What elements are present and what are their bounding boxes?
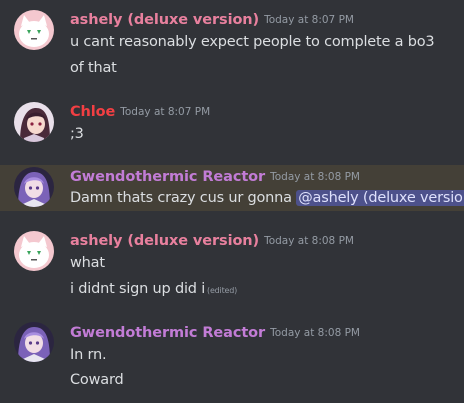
timestamp: Today at 8:07 PM — [264, 14, 354, 26]
user-mention[interactable]: @ashely (deluxe version) — [296, 190, 464, 206]
message-text: Damn thats crazy cus ur gonna @ashely (d… — [70, 189, 464, 207]
username[interactable]: ashely (deluxe version) — [70, 12, 259, 28]
message-group[interactable]: Chloe Today at 8:07 PM ;3 — [0, 92, 464, 156]
username[interactable]: ashely (deluxe version) — [70, 233, 259, 249]
username[interactable]: Gwendothermic Reactor — [70, 325, 265, 341]
username[interactable]: Chloe — [70, 104, 115, 120]
message-group[interactable]: Gwendothermic Reactor Today at 8:08 PM In… — [0, 313, 464, 403]
message-group[interactable]: ashely (deluxe version) Today at 8:07 PM … — [0, 0, 464, 92]
avatar[interactable] — [14, 322, 54, 362]
white-cat-avatar-icon — [14, 10, 54, 50]
edited-label: (edited) — [207, 286, 238, 295]
message-text: In rn. — [70, 347, 107, 363]
purple-hair-avatar-icon — [14, 167, 54, 207]
message-text: of that — [70, 60, 117, 76]
timestamp: Today at 8:07 PM — [120, 106, 211, 118]
message-text: what — [70, 255, 105, 271]
username[interactable]: Gwendothermic Reactor — [70, 169, 265, 185]
timestamp: Today at 8:08 PM — [270, 327, 360, 339]
timestamp: Today at 8:08 PM — [270, 171, 360, 183]
message-text: ;3 — [70, 126, 84, 142]
avatar[interactable] — [14, 10, 54, 50]
message-text-prefix: Damn thats crazy cus ur gonna — [70, 190, 297, 206]
avatar[interactable] — [14, 167, 54, 207]
purple-hair-avatar-icon — [14, 322, 54, 362]
avatar[interactable] — [14, 102, 54, 142]
white-cat-avatar-icon — [14, 231, 54, 271]
message-group-mention-highlight[interactable]: Gwendothermic Reactor Today at 8:08 PM Da… — [0, 165, 464, 211]
message-text: u cant reasonably expect people to compl… — [70, 34, 435, 50]
message-text: i didnt sign up did i (edited) — [70, 280, 237, 300]
avatar[interactable] — [14, 231, 54, 271]
anime-girl-avatar-icon — [14, 102, 54, 142]
message-group[interactable]: ashely (deluxe version) Today at 8:08 PM … — [0, 221, 464, 313]
message-text-content: i didnt sign up did i — [70, 281, 206, 297]
timestamp: Today at 8:08 PM — [264, 235, 354, 247]
message-text: Coward — [70, 372, 124, 388]
